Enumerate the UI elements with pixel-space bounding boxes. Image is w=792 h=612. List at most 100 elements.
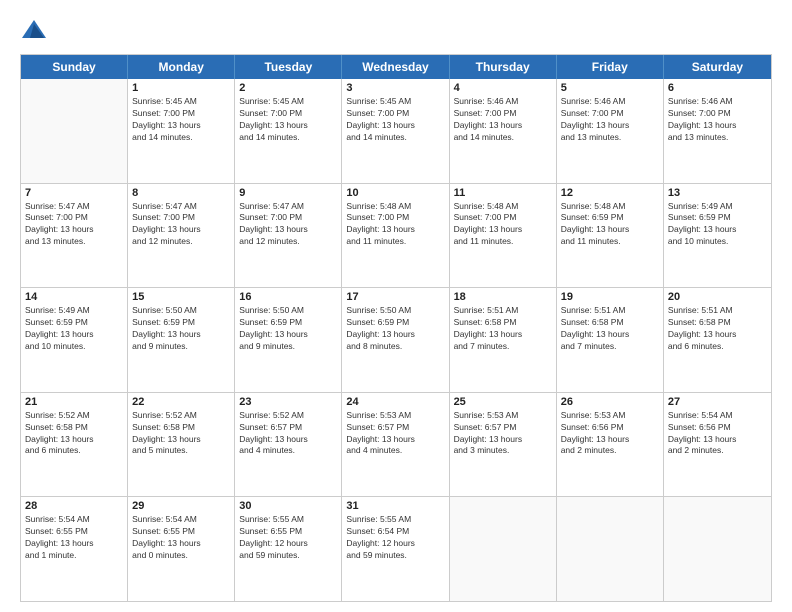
day-number: 8 [132, 187, 230, 199]
calendar-row-3: 14Sunrise: 5:49 AM Sunset: 6:59 PM Dayli… [21, 287, 771, 392]
day-number: 3 [346, 82, 444, 94]
cell-info: Sunrise: 5:47 AM Sunset: 7:00 PM Dayligh… [132, 201, 230, 249]
cell-info: Sunrise: 5:49 AM Sunset: 6:59 PM Dayligh… [25, 305, 123, 353]
cell-info: Sunrise: 5:53 AM Sunset: 6:57 PM Dayligh… [454, 410, 552, 458]
cell-info: Sunrise: 5:52 AM Sunset: 6:57 PM Dayligh… [239, 410, 337, 458]
day-number: 25 [454, 396, 552, 408]
day-number: 12 [561, 187, 659, 199]
cell-info: Sunrise: 5:52 AM Sunset: 6:58 PM Dayligh… [132, 410, 230, 458]
day-number: 20 [668, 291, 767, 303]
cell-info: Sunrise: 5:48 AM Sunset: 6:59 PM Dayligh… [561, 201, 659, 249]
calendar-cell [664, 497, 771, 601]
header-cell-friday: Friday [557, 55, 664, 79]
day-number: 16 [239, 291, 337, 303]
calendar-cell: 23 Sunrise: 5:52 AM Sunset: 6:57 PM Dayli… [235, 393, 342, 497]
day-number: 23 [239, 396, 337, 408]
calendar-cell: 2 Sunrise: 5:45 AM Sunset: 7:00 PM Daylig… [235, 79, 342, 183]
cell-info: Sunrise: 5:45 AM Sunset: 7:00 PM Dayligh… [346, 96, 444, 144]
day-number: 31 [346, 500, 444, 512]
cell-info: Sunrise: 5:49 AM Sunset: 6:59 PM Dayligh… [668, 201, 767, 249]
calendar-cell: 31 Sunrise: 5:55 AM Sunset: 6:54 PM Dayli… [342, 497, 449, 601]
calendar-cell: 21 Sunrise: 5:52 AM Sunset: 6:58 PM Dayli… [21, 393, 128, 497]
calendar-cell: 10Sunrise: 5:48 AM Sunset: 7:00 PM Dayli… [342, 184, 449, 288]
cell-info: Sunrise: 5:45 AM Sunset: 7:00 PM Dayligh… [239, 96, 337, 144]
day-number: 24 [346, 396, 444, 408]
calendar-cell: 20 Sunrise: 5:51 AM Sunset: 6:58 PM Dayli… [664, 288, 771, 392]
cell-info: Sunrise: 5:50 AM Sunset: 6:59 PM Dayligh… [239, 305, 337, 353]
cell-info: Sunrise: 5:55 AM Sunset: 6:54 PM Dayligh… [346, 514, 444, 562]
day-number: 28 [25, 500, 123, 512]
calendar-row-5: 28 Sunrise: 5:54 AM Sunset: 6:55 PM Dayli… [21, 496, 771, 601]
calendar-cell: 6 Sunrise: 5:46 AM Sunset: 7:00 PM Daylig… [664, 79, 771, 183]
header-cell-thursday: Thursday [450, 55, 557, 79]
day-number: 6 [668, 82, 767, 94]
cell-info: Sunrise: 5:45 AM Sunset: 7:00 PM Dayligh… [132, 96, 230, 144]
calendar-cell: 7Sunrise: 5:47 AM Sunset: 7:00 PM Daylig… [21, 184, 128, 288]
cell-info: Sunrise: 5:48 AM Sunset: 7:00 PM Dayligh… [454, 201, 552, 249]
calendar-cell: 26Sunrise: 5:53 AM Sunset: 6:56 PM Dayli… [557, 393, 664, 497]
calendar-cell: 25 Sunrise: 5:53 AM Sunset: 6:57 PM Dayli… [450, 393, 557, 497]
day-number: 29 [132, 500, 230, 512]
calendar-cell: 24 Sunrise: 5:53 AM Sunset: 6:57 PM Dayli… [342, 393, 449, 497]
calendar-cell [450, 497, 557, 601]
day-number: 2 [239, 82, 337, 94]
header-cell-wednesday: Wednesday [342, 55, 449, 79]
calendar-cell: 18 Sunrise: 5:51 AM Sunset: 6:58 PM Dayli… [450, 288, 557, 392]
calendar-cell: 22 Sunrise: 5:52 AM Sunset: 6:58 PM Dayli… [128, 393, 235, 497]
calendar-row-4: 21 Sunrise: 5:52 AM Sunset: 6:58 PM Dayli… [21, 392, 771, 497]
calendar-cell: 9Sunrise: 5:47 AM Sunset: 7:00 PM Daylig… [235, 184, 342, 288]
day-number: 5 [561, 82, 659, 94]
calendar-cell: 14Sunrise: 5:49 AM Sunset: 6:59 PM Dayli… [21, 288, 128, 392]
calendar-cell: 11 Sunrise: 5:48 AM Sunset: 7:00 PM Dayli… [450, 184, 557, 288]
calendar-row-1: 1 Sunrise: 5:45 AM Sunset: 7:00 PM Daylig… [21, 79, 771, 183]
day-number: 11 [454, 187, 552, 199]
day-number: 18 [454, 291, 552, 303]
calendar-cell: 13 Sunrise: 5:49 AM Sunset: 6:59 PM Dayli… [664, 184, 771, 288]
cell-info: Sunrise: 5:51 AM Sunset: 6:58 PM Dayligh… [668, 305, 767, 353]
calendar-cell: 27Sunrise: 5:54 AM Sunset: 6:56 PM Dayli… [664, 393, 771, 497]
cell-info: Sunrise: 5:54 AM Sunset: 6:55 PM Dayligh… [132, 514, 230, 562]
logo [20, 18, 52, 46]
logo-icon [20, 18, 48, 46]
cell-info: Sunrise: 5:46 AM Sunset: 7:00 PM Dayligh… [668, 96, 767, 144]
cell-info: Sunrise: 5:54 AM Sunset: 6:55 PM Dayligh… [25, 514, 123, 562]
calendar-cell: 1 Sunrise: 5:45 AM Sunset: 7:00 PM Daylig… [128, 79, 235, 183]
cell-info: Sunrise: 5:52 AM Sunset: 6:58 PM Dayligh… [25, 410, 123, 458]
day-number: 30 [239, 500, 337, 512]
calendar-cell: 29 Sunrise: 5:54 AM Sunset: 6:55 PM Dayli… [128, 497, 235, 601]
calendar-cell: 15 Sunrise: 5:50 AM Sunset: 6:59 PM Dayli… [128, 288, 235, 392]
calendar-cell: 8 Sunrise: 5:47 AM Sunset: 7:00 PM Daylig… [128, 184, 235, 288]
calendar-header-row: SundayMondayTuesdayWednesdayThursdayFrid… [21, 55, 771, 79]
day-number: 27 [668, 396, 767, 408]
calendar-cell [21, 79, 128, 183]
calendar-cell: 3 Sunrise: 5:45 AM Sunset: 7:00 PM Daylig… [342, 79, 449, 183]
cell-info: Sunrise: 5:51 AM Sunset: 6:58 PM Dayligh… [454, 305, 552, 353]
calendar-cell: 16 Sunrise: 5:50 AM Sunset: 6:59 PM Dayli… [235, 288, 342, 392]
cell-info: Sunrise: 5:50 AM Sunset: 6:59 PM Dayligh… [132, 305, 230, 353]
day-number: 1 [132, 82, 230, 94]
cell-info: Sunrise: 5:55 AM Sunset: 6:55 PM Dayligh… [239, 514, 337, 562]
day-number: 13 [668, 187, 767, 199]
header [20, 18, 772, 46]
day-number: 15 [132, 291, 230, 303]
header-cell-sunday: Sunday [21, 55, 128, 79]
calendar: SundayMondayTuesdayWednesdayThursdayFrid… [20, 54, 772, 602]
calendar-cell: 4Sunrise: 5:46 AM Sunset: 7:00 PM Daylig… [450, 79, 557, 183]
day-number: 21 [25, 396, 123, 408]
cell-info: Sunrise: 5:53 AM Sunset: 6:57 PM Dayligh… [346, 410, 444, 458]
day-number: 19 [561, 291, 659, 303]
cell-info: Sunrise: 5:50 AM Sunset: 6:59 PM Dayligh… [346, 305, 444, 353]
header-cell-tuesday: Tuesday [235, 55, 342, 79]
day-number: 26 [561, 396, 659, 408]
cell-info: Sunrise: 5:47 AM Sunset: 7:00 PM Dayligh… [25, 201, 123, 249]
day-number: 22 [132, 396, 230, 408]
calendar-cell: 28 Sunrise: 5:54 AM Sunset: 6:55 PM Dayli… [21, 497, 128, 601]
calendar-row-2: 7Sunrise: 5:47 AM Sunset: 7:00 PM Daylig… [21, 183, 771, 288]
day-number: 9 [239, 187, 337, 199]
calendar-body: 1 Sunrise: 5:45 AM Sunset: 7:00 PM Daylig… [21, 79, 771, 601]
header-cell-monday: Monday [128, 55, 235, 79]
day-number: 10 [346, 187, 444, 199]
calendar-cell: 17 Sunrise: 5:50 AM Sunset: 6:59 PM Dayli… [342, 288, 449, 392]
calendar-cell: 12 Sunrise: 5:48 AM Sunset: 6:59 PM Dayli… [557, 184, 664, 288]
day-number: 17 [346, 291, 444, 303]
